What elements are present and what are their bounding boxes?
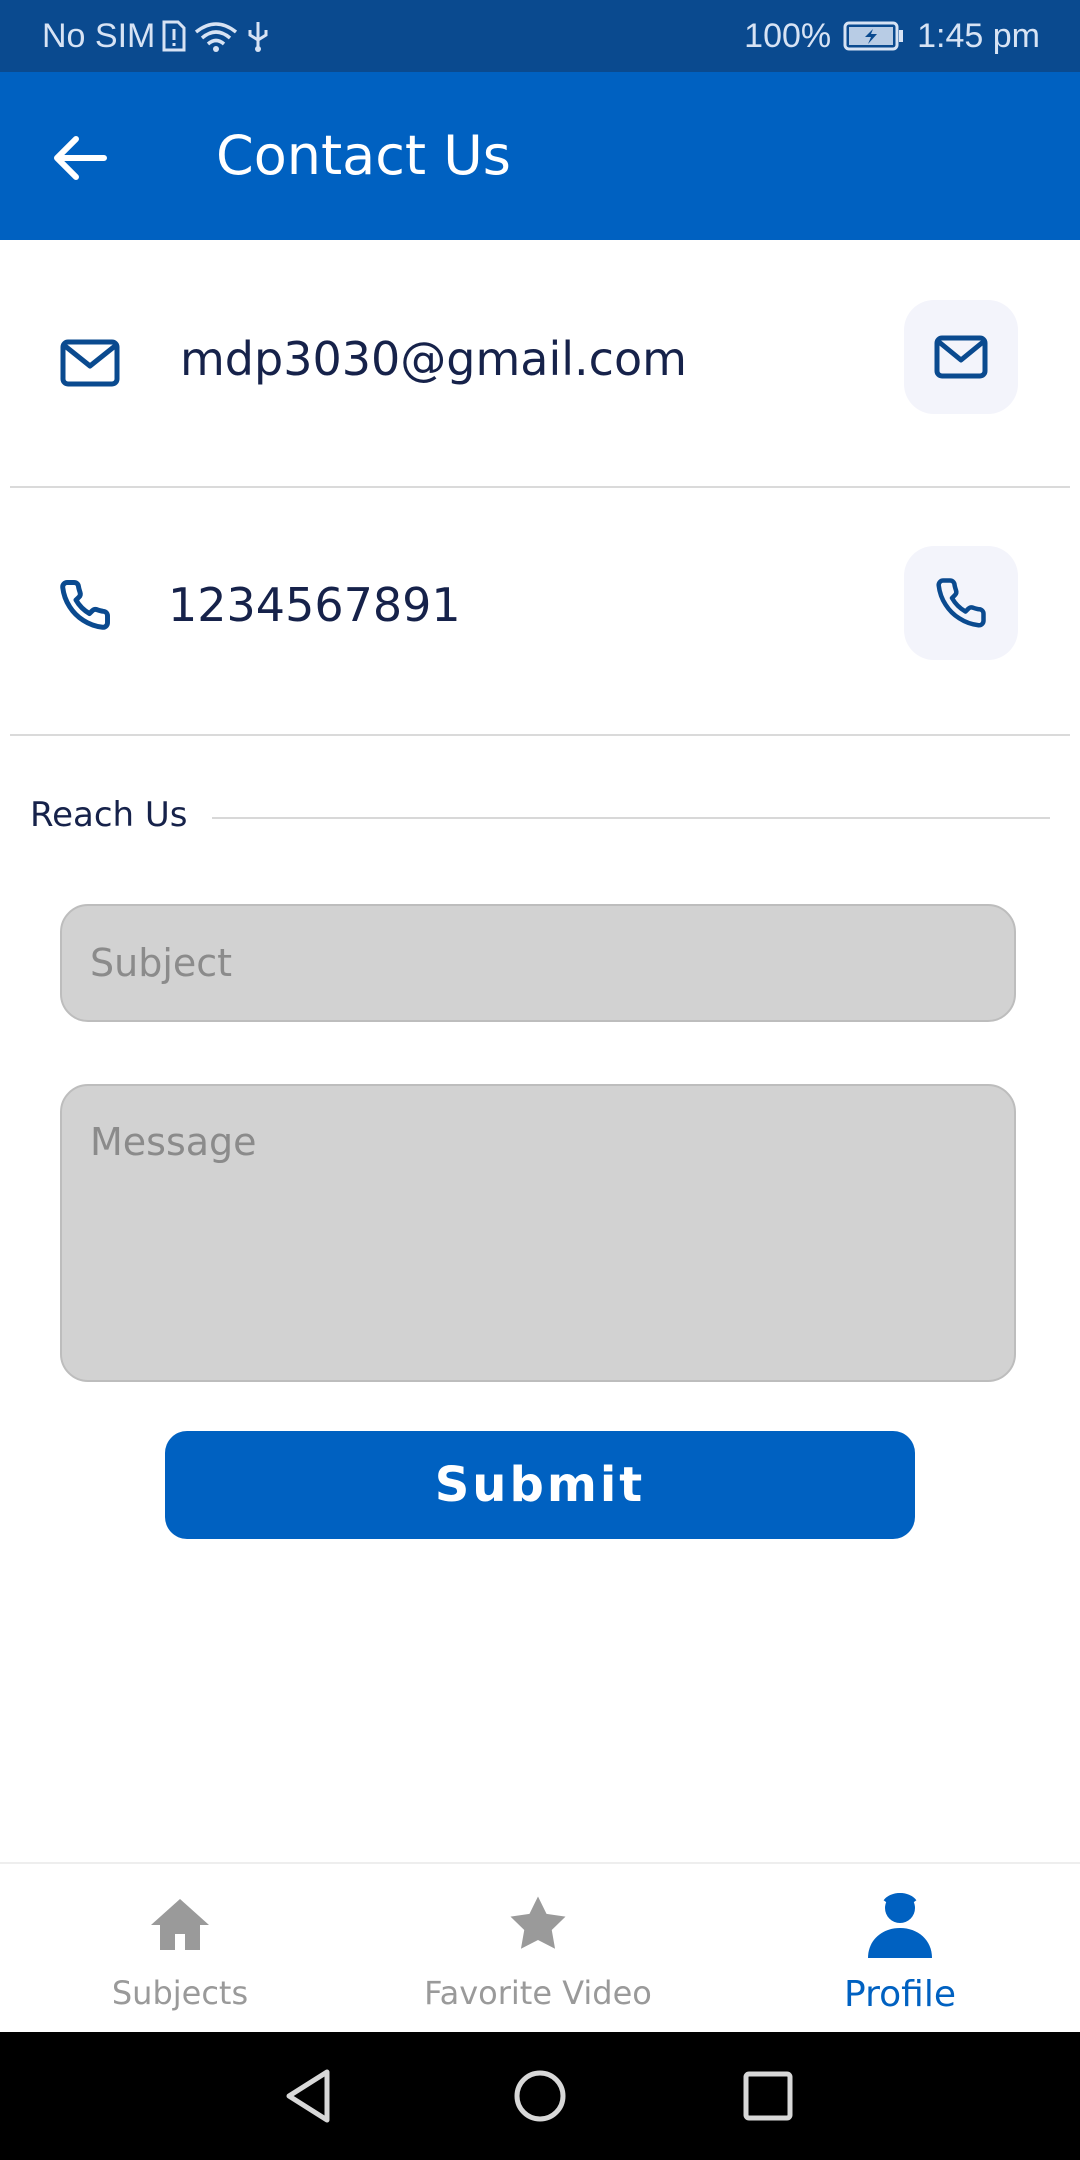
system-back-button[interactable] [268,2056,348,2136]
triangle-back-icon [286,2069,330,2123]
star-icon [358,1886,718,1962]
circle-home-icon [514,2070,566,2122]
nav-item-favorite-video[interactable]: Favorite Video [358,1864,718,2034]
phone-row: 1234567891 [10,488,1070,736]
email-text[interactable]: mdp3030@gmail.com [180,332,687,386]
nav-label-subjects: Subjects [111,1974,249,2012]
system-home-button[interactable] [500,2056,580,2136]
status-bar: No SIM 100% 1:45 pm [0,0,1080,72]
bottom-nav: Subjects Favorite Video Profile [0,1862,1080,2034]
battery-percent: 100% [744,16,832,55]
system-nav-bar [0,2032,1080,2160]
home-icon [0,1886,360,1962]
nav-item-subjects[interactable]: Subjects [0,1864,360,2034]
wifi-icon [193,19,239,53]
phone-text[interactable]: 1234567891 [168,578,461,632]
carrier-text: No SIM [42,16,156,55]
app-bar: Contact Us [0,72,1080,240]
square-recents-icon [743,2071,793,2121]
arrow-left-icon [54,136,107,180]
email-row: mdp3030@gmail.com [10,240,1070,488]
battery-charging-icon [843,21,905,51]
subject-input[interactable] [60,904,1016,1022]
person-icon [720,1886,1080,1962]
status-right: 100% 1:45 pm [744,0,1040,72]
message-input[interactable] [60,1084,1016,1382]
back-button[interactable] [40,118,120,198]
phone-icon [936,578,986,628]
nav-label-favorite-video: Favorite Video [424,1974,652,2012]
usb-icon [245,19,271,53]
system-recents-button[interactable] [728,2056,808,2136]
section-divider [212,817,1050,819]
submit-button[interactable]: Submit [165,1431,915,1539]
reach-us-heading: Reach Us [30,795,188,835]
page-title: Contact Us [216,124,511,187]
mail-icon [55,328,125,398]
nav-label-profile: Profile [844,1974,956,2015]
status-left: No SIM [42,0,271,72]
sim-alert-icon [161,19,187,53]
call-button[interactable] [904,546,1018,660]
send-email-button[interactable] [904,300,1018,414]
nav-item-profile[interactable]: Profile [720,1864,1080,2034]
clock-time: 1:45 pm [917,16,1040,55]
mail-icon [934,335,988,379]
phone-icon [50,570,120,640]
